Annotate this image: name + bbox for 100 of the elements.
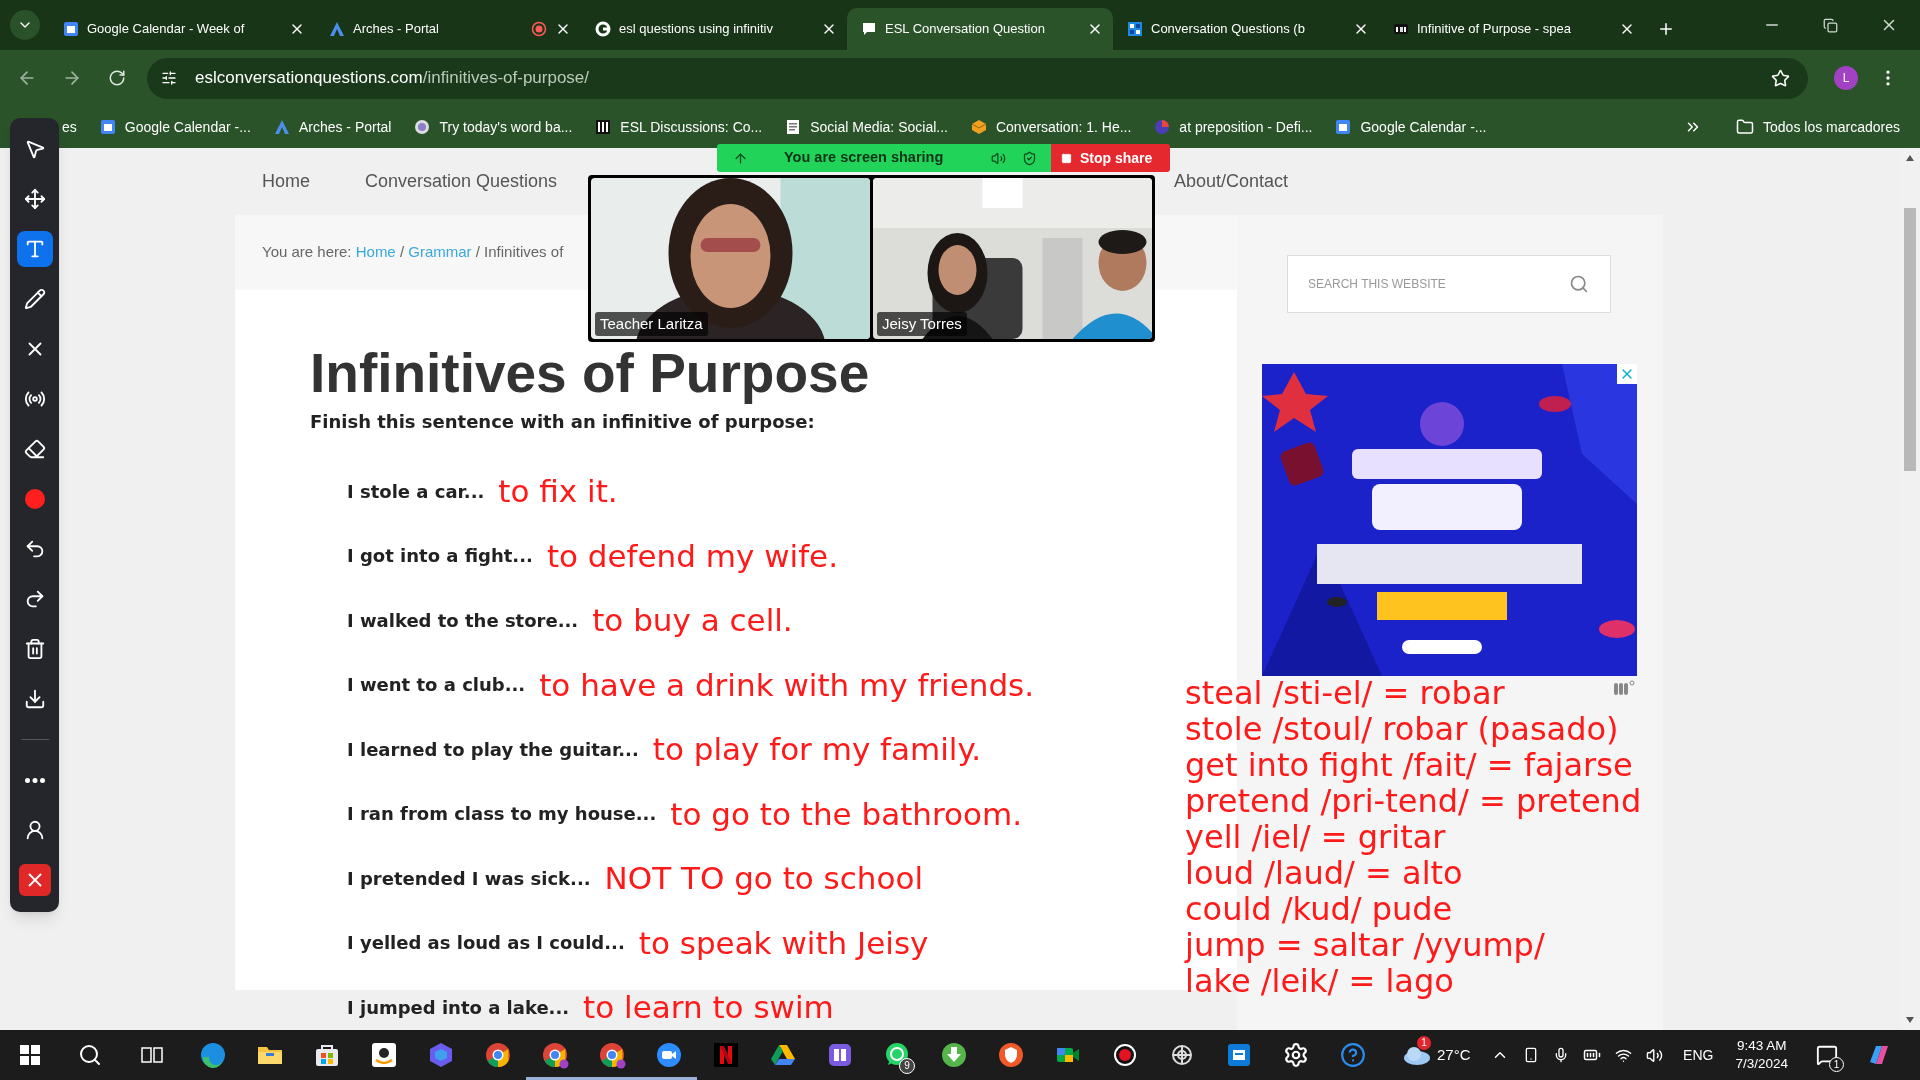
shield-icon[interactable]	[1022, 150, 1037, 166]
handwritten-answer: to speak with Jeisy	[638, 923, 929, 963]
stop-icon	[1061, 152, 1072, 164]
bookmark[interactable]: Try today's word ba...	[414, 116, 573, 138]
windows-icon	[20, 1045, 40, 1065]
sentence-prompt: I went to a club...	[347, 673, 526, 698]
handwritten-note: yell /iel/ = gritar	[1185, 819, 1446, 855]
task-view-icon[interactable]	[141, 1045, 163, 1065]
folder-icon	[1736, 118, 1755, 136]
bookmark[interactable]: ESL Discussions: Co...	[595, 116, 763, 138]
handwritten-answer: to have a drink with my friends.	[539, 665, 1035, 705]
search-icon[interactable]	[78, 1043, 102, 1067]
handwritten-note: could /kud/ pude	[1185, 891, 1453, 927]
notification-icon[interactable]	[1816, 1044, 1838, 1066]
bookmark[interactable]: Google Calendar -...	[1335, 116, 1487, 138]
search-field[interactable]: SEARCH THIS WEBSITE	[1287, 255, 1611, 313]
ad-close-button[interactable]	[1617, 364, 1637, 384]
bookmark[interactable]: Social Media: Social...	[785, 116, 948, 138]
handwritten-answer: NOT TO go to school	[604, 859, 923, 898]
handwritten-note: get into fight /fait/ = fajarse	[1185, 747, 1633, 783]
sphere-icon	[1154, 119, 1171, 135]
handwritten-note: stole /stoul/ robar (pasado)	[1185, 711, 1619, 747]
sentence-prompt: I got into a fight...	[347, 544, 533, 569]
trash-icon	[23, 638, 46, 660]
eraser-icon	[23, 438, 46, 460]
bookmark[interactable]: Google Calendar -...	[99, 116, 251, 138]
speech-bubble-icon	[861, 21, 877, 37]
browser-tab[interactable]: esl questions using infinitiv	[581, 8, 847, 50]
language-indicator[interactable]: ENG	[1683, 1044, 1714, 1066]
ring-icon	[595, 21, 611, 37]
speaker-icon[interactable]	[1646, 1046, 1664, 1064]
handwritten-answer: to play for my family.	[652, 730, 982, 769]
handwritten-answer: to buy a cell.	[592, 601, 793, 640]
close-annotation-button[interactable]	[18, 864, 51, 896]
cloud-icon[interactable]	[1401, 1044, 1431, 1066]
tab-title: esl questions using infinitiv	[619, 20, 774, 39]
sentence-prompt: I ran from class to my house...	[347, 802, 657, 827]
globe-icon	[414, 119, 431, 135]
taskbar-app[interactable]: 9	[868, 1030, 925, 1080]
tab-title: Conversation Questions (b	[1151, 20, 1306, 39]
handwritten-answer: to fix it.	[498, 472, 618, 511]
shield-icon	[996, 1041, 1025, 1069]
handwritten-answer: to go to the bathroom.	[670, 794, 1022, 834]
scroll-down-icon[interactable]	[1905, 1016, 1915, 1024]
browser-tab[interactable]: Google Calendar - Week of	[49, 8, 315, 50]
download-icon	[23, 688, 46, 710]
browser-tab[interactable]: Infinitive of Purpose - spea	[1379, 8, 1645, 50]
breadcrumb: You are here: Home / Grammar / Infinitives of	[262, 242, 564, 263]
text-tool-button[interactable]	[16, 231, 53, 267]
nav-link[interactable]: About/Contact	[1173, 168, 1288, 195]
nav-link[interactable]: Home	[262, 168, 310, 195]
site-info-icon[interactable]	[161, 70, 177, 86]
bookmark[interactable]: Conversation: 1. He...	[970, 116, 1132, 138]
tab-title: ESL Conversation Question	[885, 20, 1046, 39]
instruction-text: Finish this sentence with an infinitive of purpose:	[310, 410, 815, 434]
gear-icon	[1282, 1042, 1309, 1068]
scroll-up-icon[interactable]	[1905, 154, 1915, 162]
handwritten-note: lake /leik/ = lago	[1185, 963, 1454, 999]
cube-icon	[970, 119, 987, 135]
sentence-prompt: I yelled as loud as I could...	[347, 931, 625, 956]
bookmark-folder[interactable]: Todos los marcadores	[1736, 116, 1900, 138]
peak-icon	[273, 119, 290, 135]
browser-icon	[483, 1041, 512, 1069]
handwritten-note: pretend /pri-tend/ = pretend	[1185, 783, 1642, 819]
sentence-prompt: I walked to the store...	[347, 608, 579, 633]
peak-icon	[329, 21, 345, 37]
participant-name: Jeisy Torres	[877, 311, 967, 336]
move-arrows-icon	[23, 188, 46, 210]
stop-share-button[interactable]: Stop share	[1051, 144, 1170, 172]
handwritten-answer: to learn to swim	[583, 988, 834, 1027]
new-tab-icon[interactable]	[1657, 20, 1675, 38]
notification-badge: 1	[1829, 1057, 1844, 1072]
browser-tab[interactable]: Arches - Portal	[315, 8, 581, 50]
calendar-icon	[63, 21, 79, 37]
nav-link[interactable]: Conversation Questions	[365, 168, 558, 195]
browser-tab[interactable]: ESL Conversation Question	[847, 8, 1113, 50]
bookmark[interactable]: Arches - Portal	[273, 116, 392, 138]
calendar-icon	[99, 119, 116, 135]
browser-tab[interactable]: Conversation Questions (b	[1113, 8, 1379, 50]
clock[interactable]: 9:43 AM 7/3/2024	[1735, 1037, 1788, 1073]
sentence-prompt: I pretended I was sick...	[347, 866, 591, 891]
sentence-prompt: I jumped into a lake...	[347, 995, 570, 1020]
scroll-thumb[interactable]	[1904, 208, 1916, 471]
url-path: /infinitives-of-purpose/	[422, 67, 590, 90]
profile-avatar[interactable]: L	[1834, 66, 1858, 90]
bookmark-star-icon[interactable]	[1771, 68, 1790, 88]
bookmark[interactable]: at preposition - Defi...	[1154, 116, 1313, 138]
smile-arc-icon	[369, 1041, 398, 1069]
bookmark[interactable]: es	[62, 116, 77, 138]
handwritten-note: jump = saltar /yyump/	[1185, 927, 1545, 963]
reload-icon[interactable]	[108, 69, 126, 87]
badge-icon	[1393, 21, 1409, 37]
tab-title: Infinitive of Purpose - spea	[1417, 20, 1572, 39]
bars-icon	[595, 119, 612, 135]
browser-icon	[540, 1041, 569, 1069]
sentence-prompt: I stole a car...	[347, 479, 485, 504]
restore-icon[interactable]	[1823, 17, 1838, 33]
address-bar[interactable]: eslconversationquestions.com/infinitives-of-purpose/	[147, 57, 1808, 99]
tab-search-button[interactable]	[10, 10, 40, 40]
document-icon	[785, 119, 802, 135]
